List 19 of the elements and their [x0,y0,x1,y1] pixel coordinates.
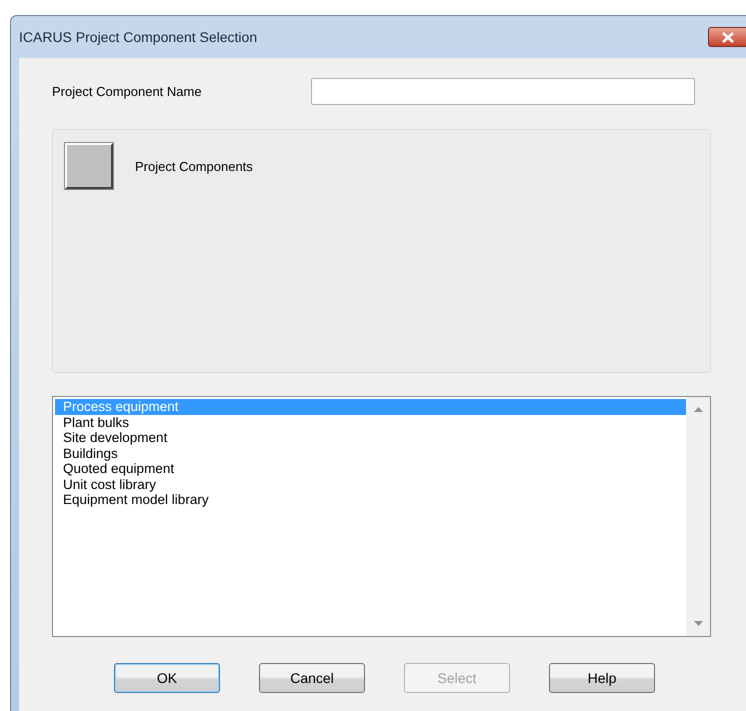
field-label: Project Component Name [52,82,203,101]
name-field[interactable] [311,78,695,105]
list-item[interactable]: Plant bulks [55,414,686,430]
scroll-down-icon[interactable] [694,621,702,626]
scrollbar[interactable] [686,397,710,636]
list-item[interactable]: Site development [55,430,686,446]
dialog-button[interactable]: OK [114,663,220,693]
list-item[interactable]: Unit cost library [55,476,686,492]
dialog-button[interactable]: Help [549,663,655,693]
list-item[interactable]: Buildings [55,446,686,461]
scroll-up-icon[interactable] [694,407,702,412]
close-button[interactable] [708,27,746,47]
close-icon [720,32,734,42]
panel-label: Project Components [135,158,253,176]
dialog-button[interactable]: Cancel [259,663,365,693]
window-title: ICARUS Project Component Selection [19,28,258,47]
list-item[interactable]: Equipment model library [55,492,686,508]
list-item[interactable]: Quoted equipment [55,461,686,476]
tree-button[interactable] [65,143,113,189]
